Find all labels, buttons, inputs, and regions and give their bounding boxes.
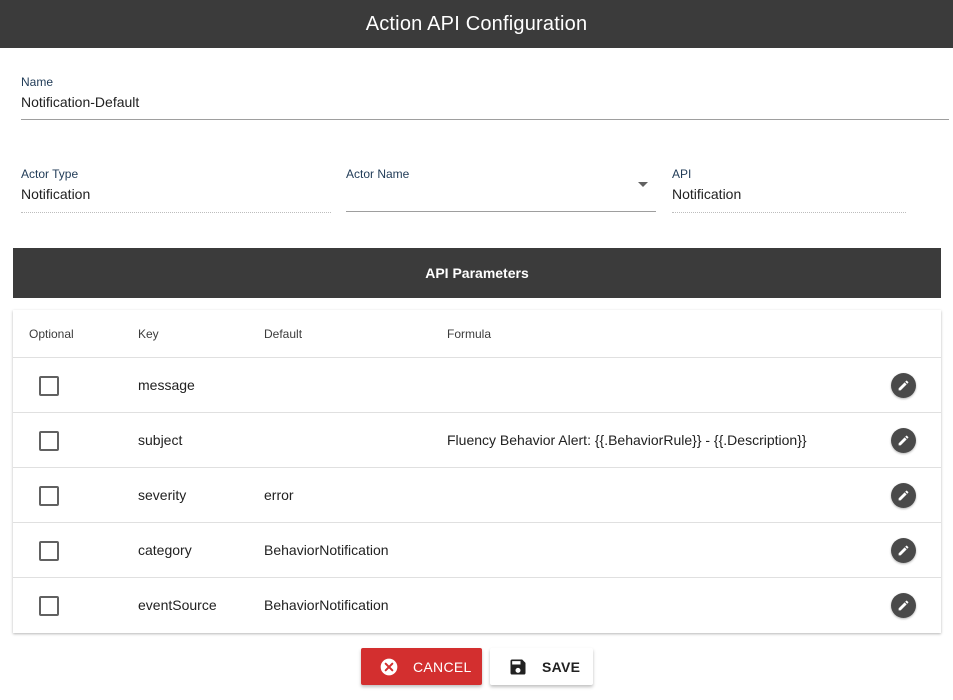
pencil-icon: [898, 545, 909, 556]
api-parameters-title: API Parameters: [425, 265, 529, 281]
actor-type-label: Actor Type: [21, 167, 79, 181]
page-title: Action API Configuration: [365, 12, 588, 35]
optional-checkbox[interactable]: [39, 486, 59, 506]
parameters-table: Optional Key Default Formula message sub…: [13, 310, 941, 633]
caret-down-icon[interactable]: [638, 182, 648, 187]
table-row: severity error: [13, 468, 941, 523]
row-key: category: [138, 542, 192, 558]
column-optional: Optional: [29, 327, 74, 341]
edit-button[interactable]: [891, 483, 916, 508]
save-button[interactable]: SAVE: [490, 648, 593, 685]
actor-name-value[interactable]: [346, 186, 656, 202]
row-formula: Fluency Behavior Alert: {{.BehaviorRule}…: [447, 432, 807, 448]
actor-type-field: Actor Type Notification: [21, 167, 331, 213]
row-key: eventSource: [138, 597, 217, 613]
optional-checkbox[interactable]: [39, 431, 59, 451]
pencil-icon: [898, 600, 909, 611]
optional-checkbox[interactable]: [39, 376, 59, 396]
cancel-button[interactable]: CANCEL: [361, 648, 482, 685]
cancel-label: CANCEL: [413, 658, 472, 675]
edit-button[interactable]: [891, 593, 916, 618]
row-default: BehaviorNotification: [264, 542, 389, 558]
name-field[interactable]: Name Notification-Default: [21, 75, 949, 120]
column-default: Default: [264, 327, 303, 341]
api-field: API Notification: [672, 167, 906, 213]
name-value[interactable]: Notification-Default: [21, 94, 949, 110]
save-label: SAVE: [542, 658, 581, 675]
actor-name-label: Actor Name: [346, 167, 410, 181]
api-value: Notification: [672, 186, 742, 202]
pencil-icon: [898, 490, 909, 501]
actor-type-value: Notification: [21, 186, 91, 202]
table-row: subject Fluency Behavior Alert: {{.Behav…: [13, 413, 941, 468]
column-key: Key: [138, 327, 159, 341]
api-label: API: [672, 167, 692, 181]
edit-button[interactable]: [891, 428, 916, 453]
row-key: severity: [138, 487, 187, 503]
column-formula: Formula: [447, 327, 492, 341]
table-row: eventSource BehaviorNotification: [13, 578, 941, 633]
pencil-icon: [898, 435, 909, 446]
name-label: Name: [21, 75, 54, 89]
page-header: Action API Configuration: [0, 0, 953, 48]
row-default: BehaviorNotification: [264, 597, 389, 613]
table-row: message: [13, 358, 941, 413]
table-header: Optional Key Default Formula: [13, 310, 941, 358]
optional-checkbox[interactable]: [39, 596, 59, 616]
edit-button[interactable]: [891, 538, 916, 563]
row-key: message: [138, 377, 195, 393]
close-circle-icon: [379, 657, 399, 677]
api-parameters-header: API Parameters: [13, 248, 941, 298]
row-key: subject: [138, 432, 183, 448]
optional-checkbox[interactable]: [39, 541, 59, 561]
table-row: category BehaviorNotification: [13, 523, 941, 578]
row-default: error: [264, 487, 294, 503]
edit-button[interactable]: [891, 373, 916, 398]
floppy-disk-icon: [508, 657, 528, 677]
actor-name-select[interactable]: Actor Name: [346, 167, 656, 212]
pencil-icon: [898, 380, 909, 391]
